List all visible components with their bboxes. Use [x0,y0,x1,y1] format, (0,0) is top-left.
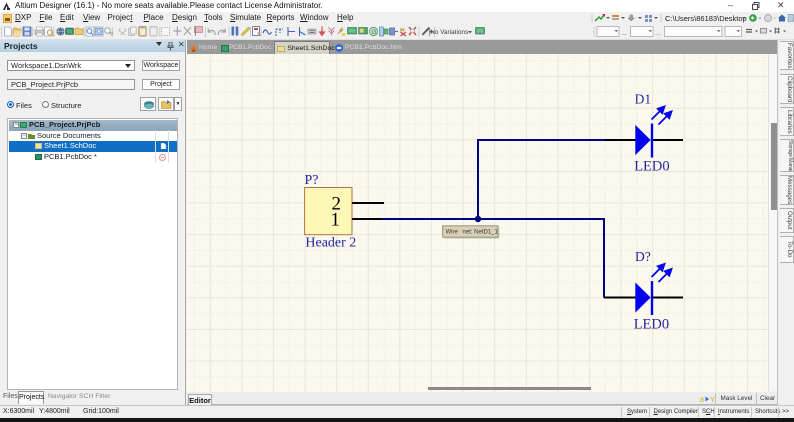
svg-text:D1: D1 [635,92,652,107]
svg-text:LED0: LED0 [634,159,669,175]
svg-text:P?: P? [305,173,319,188]
svg-text:C:\Users\86183\Desktop: C:\Users\86183\Desktop [665,14,747,23]
svg-text:...: ... [655,30,661,37]
svg-text:1: 1 [331,210,341,231]
svg-text:net: NetD1_1: net: NetD1_1 [463,230,499,236]
svg-text:?: ? [110,33,114,39]
svg-text:D?: D? [635,249,651,264]
svg-text:LED0: LED0 [634,317,669,333]
svg-text:[No Variations: [No Variations [429,29,469,36]
svg-text:8: 8 [700,397,704,404]
svg-text:Header 2: Header 2 [305,236,356,251]
svg-text:G: G [372,29,377,36]
svg-text:...: ... [621,30,627,37]
svg-text:Wire: Wire [446,230,459,236]
